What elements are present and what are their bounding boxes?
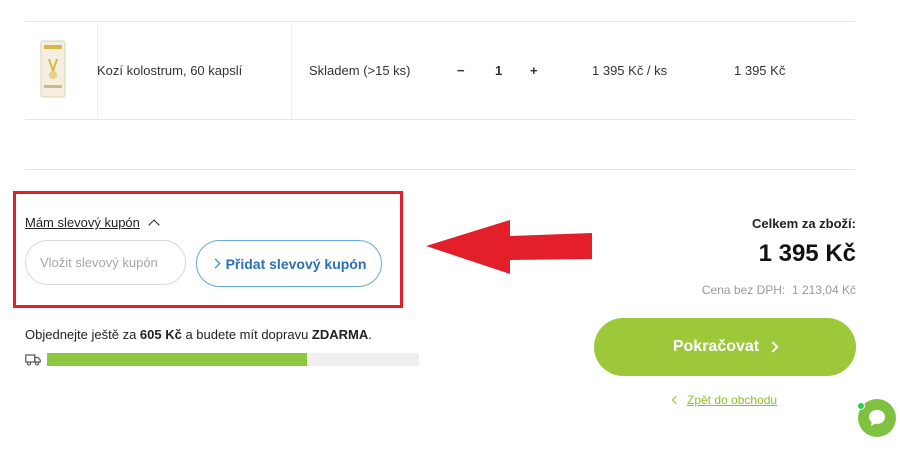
online-status-dot [857, 402, 865, 410]
net-price-label: Cena bez DPH: [701, 283, 786, 297]
unit-price: 1 395 Kč / ks [592, 62, 668, 78]
shipping-free-label: ZDARMA [311, 327, 369, 342]
shipping-text-prefix: Objednejte ještě za [25, 327, 140, 342]
price-without-vat: Cena bez DPH: 1 213,04 Kč [702, 283, 856, 297]
continue-button[interactable]: Pokračovat [594, 318, 856, 376]
quantity-decrease-button[interactable]: − [457, 21, 465, 119]
shipping-text-middle: a budete mít dopravu [181, 327, 312, 342]
product-name[interactable]: Kozí kolostrum, 60 kapslí [97, 21, 242, 119]
column-separator [291, 21, 292, 119]
line-total: 1 395 Kč [734, 62, 786, 78]
add-coupon-button-label: Přidat slevový kupón [225, 255, 367, 272]
chevron-up-icon [148, 218, 160, 231]
coupon-input[interactable] [25, 240, 186, 285]
net-price-value: 1 213,04 Kč [791, 283, 856, 297]
stock-status: Skladem (>15 ks) [309, 62, 411, 78]
back-to-shop-label: Zpět do obchodu [687, 393, 778, 407]
product-image[interactable] [39, 39, 67, 101]
table-bottom-divider [25, 169, 855, 170]
chevron-left-icon [671, 395, 681, 405]
shipping-progress-bar [47, 353, 419, 366]
coupon-toggle[interactable]: Mám slevový kupón [25, 215, 160, 231]
coupon-toggle-label: Mám slevový kupón [25, 215, 140, 230]
cart-item-row: Kozí kolostrum, 60 kapslí Skladem (>15 k… [25, 21, 855, 119]
total-price: 1 395 Kč [758, 240, 856, 267]
free-shipping-message: Objednejte ještě za 605 Kč a budete mít … [25, 327, 372, 342]
shipping-progress-fill [47, 353, 308, 366]
chevron-right-icon [767, 341, 779, 353]
chat-bubble-icon [869, 410, 885, 426]
back-to-shop-link[interactable]: Zpět do obchodu [671, 393, 778, 407]
add-coupon-button[interactable]: Přidat slevový kupón [196, 240, 382, 287]
chevron-right-icon [210, 258, 221, 269]
truck-icon [25, 354, 41, 366]
table-row-divider [25, 119, 855, 120]
shipping-remaining-amount: 605 Kč [139, 327, 182, 342]
shipping-text-suffix: . [368, 327, 372, 342]
continue-button-label: Pokračovat [672, 338, 760, 355]
quantity-increase-button[interactable]: + [530, 21, 538, 119]
quantity-value[interactable]: 1 [495, 21, 502, 119]
total-label: Celkem za zboží: [751, 216, 856, 231]
annotation-arrow-icon [426, 220, 592, 274]
